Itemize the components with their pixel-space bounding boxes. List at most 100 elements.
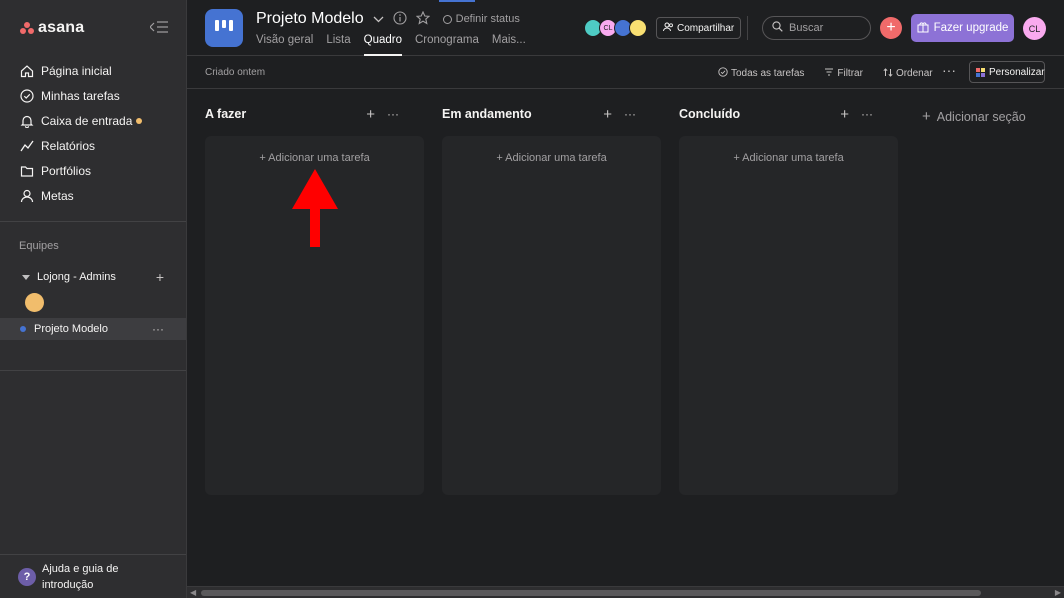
add-section-button[interactable]: + Adicionar seção — [922, 108, 1026, 125]
help-guide[interactable]: ? Ajuda e guia de introdução — [0, 554, 186, 598]
column-title[interactable]: Concluído — [679, 107, 740, 121]
sidebar-item-portfolios[interactable]: Portfólios — [0, 158, 186, 183]
column-header: Concluído + ··· — [661, 90, 881, 138]
more-options-icon[interactable]: ··· — [152, 322, 164, 336]
collapse-sidebar-icon[interactable] — [149, 20, 168, 36]
filter-button[interactable]: Filtrar — [824, 67, 863, 80]
personalize-button[interactable]: Personalizar — [969, 61, 1045, 83]
sidebar-item-inbox[interactable]: Caixa de entrada — [0, 108, 186, 133]
folder-icon — [20, 164, 34, 178]
chart-line-icon — [20, 139, 34, 153]
help-guide-label: Ajuda e guia de introdução — [42, 562, 119, 591]
tab-list[interactable]: Lista — [326, 34, 350, 56]
sidebar-item-goals[interactable]: Metas — [0, 183, 186, 208]
tab-board[interactable]: Quadro — [363, 34, 402, 56]
more-options-icon[interactable]: ··· — [387, 107, 399, 121]
check-circle-icon — [20, 88, 34, 103]
asana-logo[interactable]: asana — [20, 19, 84, 37]
project-title[interactable]: Projeto Modelo — [256, 10, 364, 28]
personalize-label: Personalizar — [989, 66, 1045, 78]
sidebar-item-label: Minhas tarefas — [41, 88, 120, 103]
board-toolbar: Criado ontem Todas as tarefas Filtrar Or… — [187, 57, 1064, 89]
project-color-dot — [20, 326, 26, 332]
column-body: + Adicionar uma tarefa — [442, 136, 661, 495]
all-tasks-label: Todas as tarefas — [731, 68, 805, 79]
gift-icon — [917, 21, 929, 36]
help-question-icon: ? — [18, 567, 36, 586]
add-task-button[interactable]: + Adicionar uma tarefa — [442, 152, 661, 164]
people-icon — [663, 22, 674, 35]
project-tabs: Visão geral Lista Quadro Cronograma Mais… — [256, 34, 526, 56]
chevron-down-icon[interactable] — [373, 12, 384, 26]
team-name: Lojong - Admins — [37, 271, 116, 283]
annotation-arrow-icon — [292, 169, 338, 247]
add-task-plus-icon[interactable]: + — [840, 106, 849, 123]
sidebar-item-my-tasks[interactable]: Minhas tarefas — [0, 83, 186, 108]
sort-label: Ordenar — [895, 68, 933, 79]
scroll-left-icon[interactable]: ◀ — [190, 588, 196, 597]
scroll-right-icon[interactable]: ▶ — [1055, 588, 1061, 597]
scrollbar-thumb[interactable] — [201, 590, 981, 596]
board-column: Em andamento + ··· + Adicionar uma taref… — [424, 90, 661, 495]
team-member-avatar[interactable] — [25, 293, 44, 312]
user-avatar[interactable]: CL — [1023, 17, 1046, 40]
add-task-plus-icon[interactable]: + — [366, 106, 375, 123]
add-task-button[interactable]: + Adicionar uma tarefa — [679, 152, 898, 164]
tab-timeline[interactable]: Cronograma — [415, 34, 479, 56]
sidebar-item-label: Página inicial — [41, 63, 112, 78]
sidebar-item-label: Relatórios — [41, 138, 96, 153]
sidebar-header: asana — [0, 0, 186, 56]
search-input[interactable]: Buscar — [762, 16, 871, 40]
tab-more[interactable]: Mais... — [492, 34, 526, 56]
board-project-icon[interactable] — [205, 9, 243, 47]
column-title[interactable]: A fazer — [205, 107, 246, 121]
teams-heading: Equipes — [19, 240, 59, 252]
sort-button[interactable]: Ordenar — [883, 67, 933, 80]
column-title[interactable]: Em andamento — [442, 107, 532, 121]
sidebar-nav: Página inicial Minhas tarefas Caixa de e… — [0, 56, 186, 208]
upgrade-label: Fazer upgrade — [933, 22, 1009, 34]
home-icon — [20, 64, 34, 78]
sidebar-divider — [0, 370, 186, 371]
status-circle-icon — [442, 14, 452, 24]
horizontal-scrollbar[interactable]: ◀ ▶ — [187, 586, 1064, 598]
more-options-icon[interactable]: ··· — [861, 107, 873, 121]
info-icon[interactable] — [393, 10, 407, 28]
tab-overview[interactable]: Visão geral — [256, 34, 313, 56]
sidebar-project-item[interactable]: Projeto Modelo ··· — [0, 318, 186, 340]
top-accent-bar — [439, 0, 475, 2]
caret-down-icon[interactable] — [22, 274, 30, 280]
add-task-button[interactable]: + Adicionar uma tarefa — [205, 152, 424, 164]
avatar — [629, 19, 647, 37]
sidebar-item-reports[interactable]: Relatórios — [0, 133, 186, 158]
project-header: Projeto Modelo Definir status Visão gera… — [187, 0, 1064, 56]
more-options-icon[interactable]: ··· — [624, 107, 636, 121]
set-status-button[interactable]: Definir status — [442, 13, 520, 25]
board-column: Concluído + ··· + Adicionar uma tarefa — [661, 90, 898, 495]
search-icon — [772, 21, 783, 35]
sidebar-item-label: Portfólios — [41, 163, 92, 178]
sort-icon — [883, 67, 893, 80]
asana-logo-icon — [20, 22, 34, 34]
column-header: Em andamento + ··· — [424, 90, 644, 138]
add-team-project-icon[interactable]: + — [156, 269, 164, 285]
upgrade-button[interactable]: Fazer upgrade — [911, 14, 1014, 42]
share-button[interactable]: Compartilhar — [656, 17, 742, 39]
quick-add-button[interactable]: + — [880, 17, 902, 39]
bell-icon — [20, 114, 34, 128]
column-header: A fazer + ··· — [187, 90, 407, 138]
sidebar-item-home[interactable]: Página inicial — [0, 58, 186, 83]
project-members[interactable]: CL — [584, 19, 647, 37]
sidebar-item-label: Caixa de entrada — [41, 113, 133, 128]
board-column: A fazer + ··· + Adicionar uma tarefa — [187, 90, 424, 495]
created-info: Criado ontem — [205, 67, 266, 78]
filter-icon — [824, 68, 834, 79]
add-section-label: Adicionar seção — [936, 109, 1026, 124]
team-row[interactable]: Lojong - Admins + — [0, 265, 186, 289]
column-body: + Adicionar uma tarefa — [679, 136, 898, 495]
plus-icon: + — [886, 19, 896, 36]
add-task-plus-icon[interactable]: + — [603, 106, 612, 123]
more-options-icon[interactable]: ··· — [942, 62, 956, 78]
star-icon[interactable] — [415, 10, 430, 28]
all-tasks-button[interactable]: Todas as tarefas — [718, 67, 804, 80]
